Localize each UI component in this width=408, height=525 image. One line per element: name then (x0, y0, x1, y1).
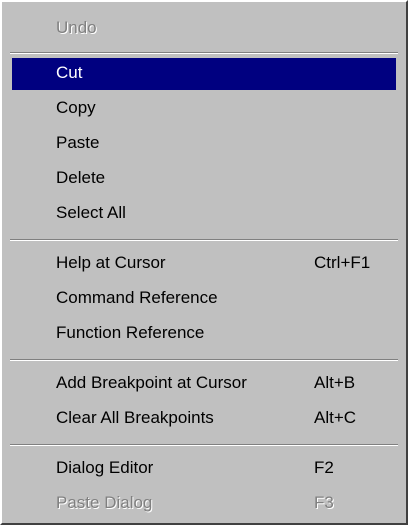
menu-item-paste[interactable]: Paste (12, 128, 396, 160)
menu-item-label: Delete (56, 168, 106, 187)
menu-item-undo: Undo (12, 13, 396, 45)
menu-item-label: Command Reference (56, 288, 218, 307)
shortcut-label: F2 (314, 458, 334, 477)
menu-item-delete[interactable]: Delete (12, 163, 396, 195)
menu-item-clear-breakpoints[interactable]: Clear All Breakpoints Alt+C (12, 403, 396, 435)
menu-item-cut[interactable]: Cut (12, 58, 396, 90)
menu-separator (10, 239, 398, 241)
menu-item-label: Copy (56, 98, 96, 117)
shortcut-label: Ctrl+F1 (314, 253, 371, 272)
menu-item-dialog-editor[interactable]: Dialog Editor F2 (12, 453, 396, 485)
menu-item-function-reference[interactable]: Function Reference (12, 318, 396, 350)
menu-item-paste-dialog: Paste Dialog F3 (12, 488, 396, 520)
menu-item-label: Dialog Editor (56, 458, 154, 477)
menu-item-add-breakpoint[interactable]: Add Breakpoint at Cursor Alt+B (12, 368, 396, 400)
edit-context-menu: Undo Cut Copy Paste Delete Select All He… (0, 0, 408, 525)
menu-separator (10, 444, 398, 446)
menu-item-label: Add Breakpoint at Cursor (56, 373, 247, 392)
shortcut-label: Alt+B (314, 373, 356, 392)
menu-item-help-at-cursor[interactable]: Help at Cursor Ctrl+F1 (12, 248, 396, 280)
menu-item-label: Paste Dialog (56, 493, 153, 512)
menu-item-label: Clear All Breakpoints (56, 408, 214, 427)
menu-item-label: Select All (56, 203, 126, 222)
menu-item-label: Cut (56, 63, 83, 82)
menu-item-label: Help at Cursor (56, 253, 166, 272)
menu-item-select-all[interactable]: Select All (12, 198, 396, 230)
shortcut-label: F3 (314, 493, 334, 512)
menu-item-label: Paste (56, 133, 100, 152)
menu-separator (10, 52, 398, 54)
menu-item-label: Function Reference (56, 323, 205, 342)
shortcut-label: Alt+C (314, 408, 357, 427)
menu-item-command-reference[interactable]: Command Reference (12, 283, 396, 315)
menu-item-copy[interactable]: Copy (12, 93, 396, 125)
menu-item-label: Undo (56, 18, 97, 37)
menu-separator (10, 359, 398, 361)
